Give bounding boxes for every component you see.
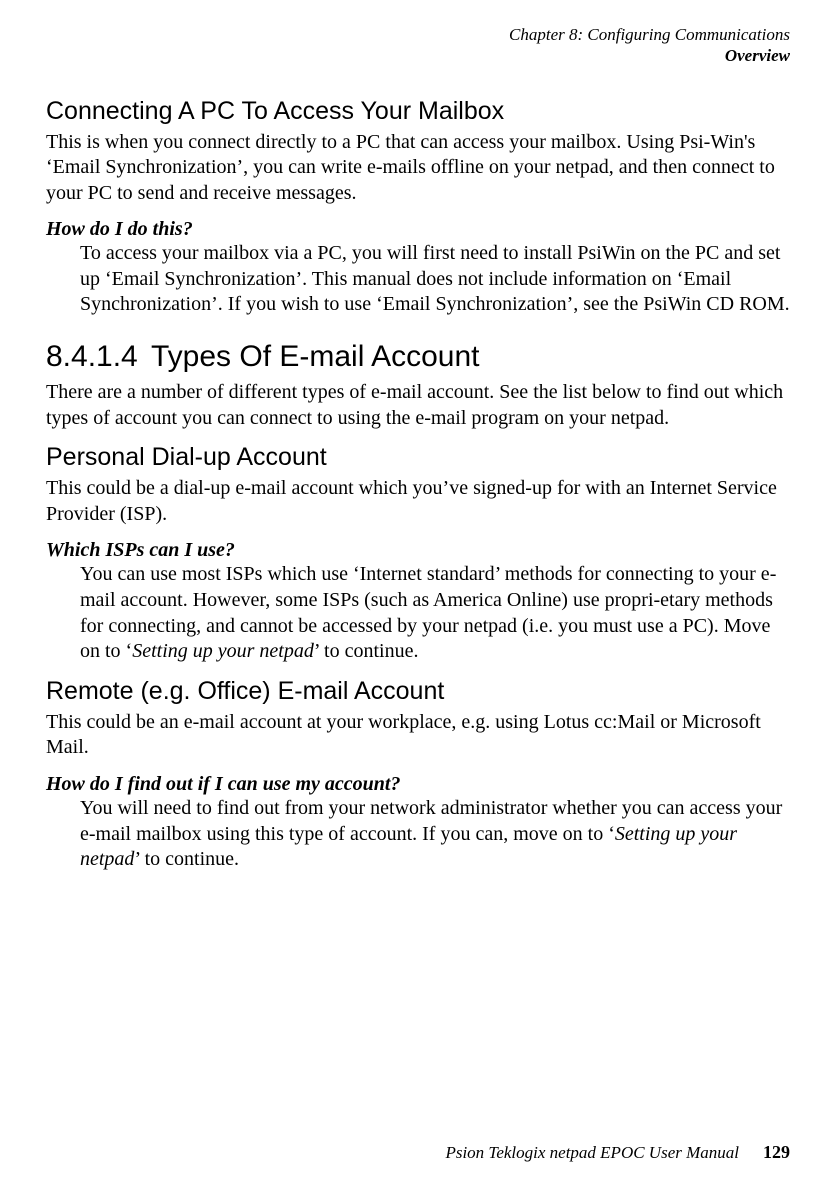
answer-text: You can use most ISPs which use ‘Interne… (80, 562, 790, 664)
question-label: Which ISPs can I use? (46, 539, 790, 562)
header-chapter: Chapter 8: Configuring Communications (46, 24, 790, 45)
page: Chapter 8: Configuring Communications Ov… (0, 0, 836, 1199)
question-label: How do I find out if I can use my accoun… (46, 773, 790, 796)
running-header: Chapter 8: Configuring Communications Ov… (46, 24, 790, 67)
heading-personal-dialup: Personal Dial-up Account (46, 443, 790, 472)
answer-post: ’ to continue. (314, 640, 419, 662)
page-number: 129 (763, 1142, 790, 1162)
header-section: Overview (46, 45, 790, 66)
body-text: This could be an e-mail account at your … (46, 710, 790, 761)
body-text: There are a number of different types of… (46, 380, 790, 431)
answer-text: To access your mailbox via a PC, you wil… (80, 241, 790, 318)
body-text: This is when you connect directly to a P… (46, 130, 790, 207)
answer-text: You will need to find out from your netw… (80, 796, 790, 873)
heading-text: Types Of E-mail Account (151, 340, 479, 373)
question-label: How do I do this? (46, 218, 790, 241)
running-footer: Psion Teklogix netpad EPOC User Manual 12… (445, 1142, 790, 1163)
footer-title: Psion Teklogix netpad EPOC User Manual (445, 1143, 739, 1162)
body-text: This could be a dial-up e-mail account w… (46, 476, 790, 527)
heading-remote-email: Remote (e.g. Office) E-mail Account (46, 677, 790, 706)
heading-types-of-email: 8.4.1.4Types Of E-mail Account (46, 340, 790, 374)
heading-number: 8.4.1.4 (46, 340, 151, 374)
heading-connecting-pc: Connecting A PC To Access Your Mailbox (46, 97, 790, 126)
answer-post: ’ to continue. (134, 848, 239, 870)
answer-ital: Setting up your netpad (132, 640, 314, 662)
